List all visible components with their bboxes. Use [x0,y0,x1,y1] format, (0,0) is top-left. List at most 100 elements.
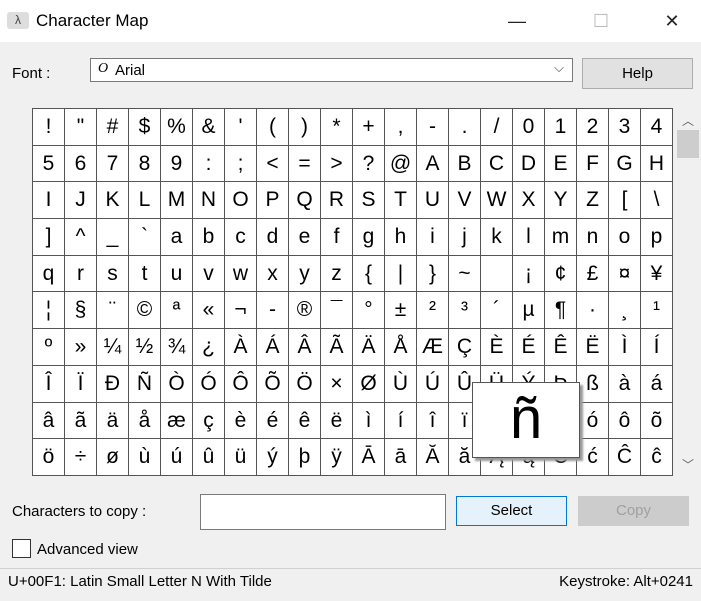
character-cell[interactable]: Q [289,182,321,220]
character-cell[interactable]: D [513,145,545,183]
character-cell[interactable]: 4 [641,109,673,146]
character-cell[interactable]: i [417,219,449,256]
character-cell[interactable]: + [353,109,385,146]
character-cell[interactable]: Ä [353,329,385,366]
character-cell[interactable]: } [417,255,449,293]
character-cell[interactable]: ¸ [609,292,641,330]
advanced-view-label[interactable]: Advanced view [37,541,138,558]
character-cell[interactable]: Æ [417,329,449,366]
character-cell[interactable]: 7 [97,145,129,183]
character-cell[interactable]: L [129,182,161,220]
character-cell[interactable]: ¶ [545,292,577,330]
character-cell[interactable]: R [321,182,353,220]
character-cell[interactable]: b [193,219,225,256]
character-cell[interactable]: y [289,255,321,293]
character-cell[interactable]: ² [417,292,449,330]
character-cell[interactable]: ® [289,292,321,330]
character-cell[interactable]: . [449,109,481,146]
character-cell[interactable]: Ã [321,329,353,366]
vertical-scrollbar[interactable]: ︿ ﹀ [675,108,701,476]
character-cell[interactable]: ¯ [321,292,353,330]
character-cell[interactable]: m [545,219,577,256]
character-cell[interactable]: ( [257,109,289,146]
character-cell[interactable]: £ [577,255,609,293]
character-cell[interactable]: ± [385,292,417,330]
character-cell[interactable]: Ï [65,365,97,403]
character-cell[interactable]: À [225,329,257,366]
character-cell[interactable]: H [641,145,673,183]
character-cell[interactable]: & [193,109,225,146]
maximize-button[interactable]: ☐ [578,6,624,36]
character-cell[interactable]: Ç [449,329,481,366]
character-cell[interactable]: C [481,145,513,183]
character-cell[interactable]: E [545,145,577,183]
scroll-down-arrow-icon[interactable]: ﹀ [675,456,701,473]
character-cell[interactable]: ` [129,219,161,256]
character-cell[interactable]: ÿ [321,439,353,476]
character-cell[interactable]: A [417,145,449,183]
character-cell[interactable]: u [161,255,193,293]
character-cell[interactable]: ; [225,145,257,183]
character-cell[interactable]: â [33,402,65,440]
character-cell[interactable]: Ú [417,365,449,403]
character-cell[interactable]: ¤ [609,255,641,293]
character-cell[interactable]: µ [513,292,545,330]
character-cell[interactable]: ' [225,109,257,146]
character-cell[interactable]: l [513,219,545,256]
character-cell[interactable]: Ê [545,329,577,366]
minimize-button[interactable]: — [494,6,540,36]
character-cell[interactable]: h [385,219,417,256]
character-cell[interactable]: v [193,255,225,293]
character-cell[interactable]: p [641,219,673,256]
character-cell[interactable]: í [385,402,417,440]
character-cell[interactable]: ½ [129,329,161,366]
character-cell[interactable]: z [321,255,353,293]
character-cell[interactable]: # [97,109,129,146]
character-cell[interactable]: É [513,329,545,366]
character-cell[interactable]: Ø [353,365,385,403]
character-cell[interactable]: Ì [609,329,641,366]
character-cell[interactable]: ¿ [193,329,225,366]
character-cell[interactable]: 9 [161,145,193,183]
character-cell[interactable]: ä [97,402,129,440]
character-cell[interactable]: f [321,219,353,256]
character-cell[interactable]: Ð [97,365,129,403]
character-cell[interactable]: Ā [353,439,385,476]
character-cell[interactable]: × [321,365,353,403]
character-cell[interactable]: k [481,219,513,256]
character-cell[interactable]: - [417,109,449,146]
character-cell[interactable]: ´ [481,292,513,330]
character-cell[interactable]: s [97,255,129,293]
character-cell[interactable]: » [65,329,97,366]
help-button[interactable]: Help [582,58,693,89]
character-cell[interactable]: < [257,145,289,183]
character-cell[interactable]: S [353,182,385,220]
character-cell[interactable]: J [65,182,97,220]
character-cell[interactable]: Ò [161,365,193,403]
character-cell[interactable]: Á [257,329,289,366]
character-cell[interactable]: ³ [449,292,481,330]
character-cell[interactable]: M [161,182,193,220]
select-button[interactable]: Select [456,496,567,526]
character-cell[interactable]: Õ [257,365,289,403]
character-cell[interactable]: [ [609,182,641,220]
character-cell[interactable]: å [129,402,161,440]
character-cell[interactable]: K [97,182,129,220]
character-cell[interactable]: t [129,255,161,293]
character-cell[interactable]: , [385,109,417,146]
character-cell[interactable]: Â [289,329,321,366]
character-cell[interactable]: O [225,182,257,220]
character-cell[interactable]: ý [257,439,289,476]
character-cell[interactable]: / [481,109,513,146]
character-cell[interactable]: ¥ [641,255,673,293]
character-cell[interactable]: * [321,109,353,146]
close-button[interactable]: ✕ [649,6,695,36]
character-cell[interactable]: ¦ [33,292,65,330]
character-cell[interactable]: o [609,219,641,256]
character-cell[interactable]: q [33,255,65,293]
character-cell[interactable]: ª [161,292,193,330]
character-cell[interactable]: ü [225,439,257,476]
character-cell[interactable]: = [289,145,321,183]
character-cell[interactable]: à [609,365,641,403]
font-dropdown[interactable]: O Arial ⌵ [90,58,573,82]
